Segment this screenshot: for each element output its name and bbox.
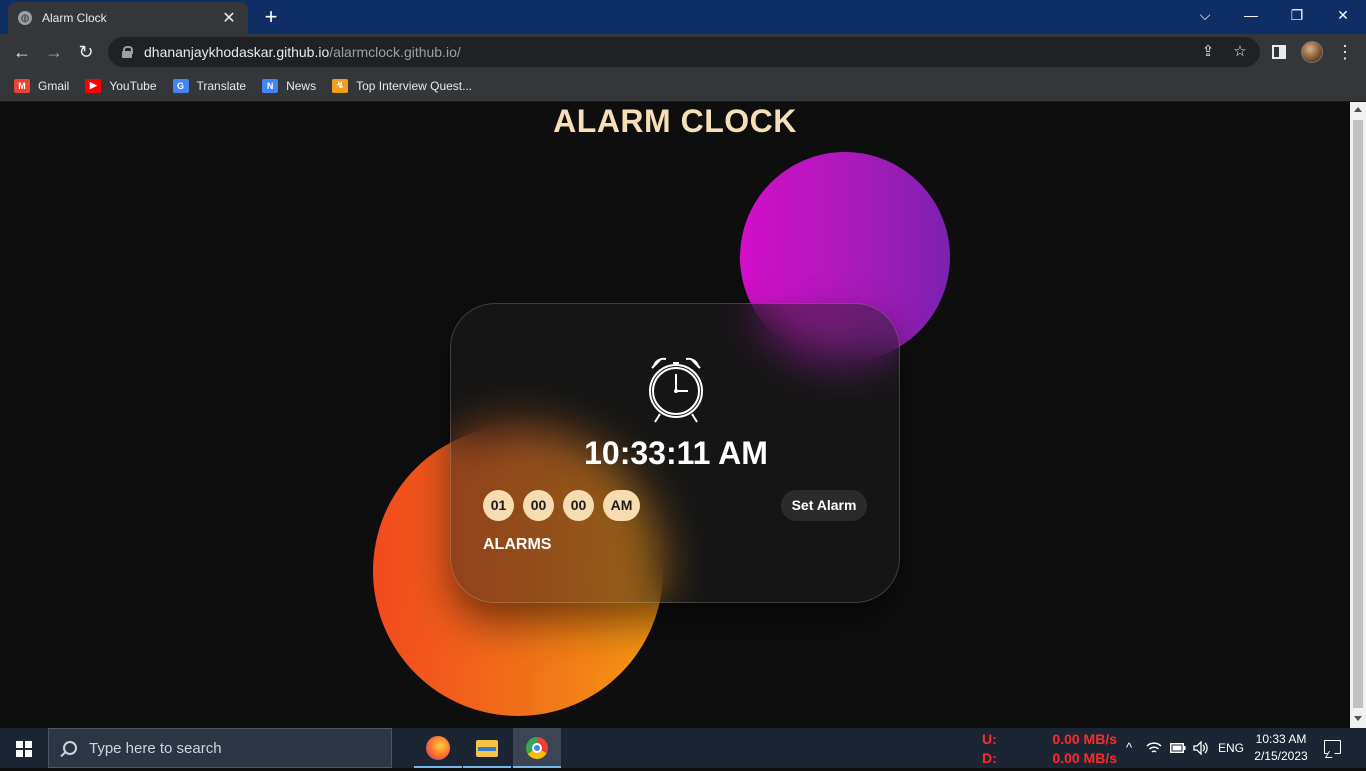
tab-close-icon[interactable]: ✕ xyxy=(220,8,238,28)
bookmark-item[interactable]: ↯ Top Interview Quest... xyxy=(332,78,473,93)
alarms-heading: ALARMS xyxy=(483,536,552,553)
taskbar-clock[interactable]: 10:33 AM 2/15/2023 xyxy=(1250,731,1312,765)
youtube-icon: ▶ xyxy=(85,78,102,93)
new-tab-button[interactable]: + xyxy=(258,4,284,30)
chrome-icon xyxy=(526,737,548,759)
news-icon: N xyxy=(262,78,279,93)
gmail-icon: M xyxy=(14,78,30,93)
upload-value: 0.00 MB/s xyxy=(1052,731,1117,747)
lock-icon[interactable] xyxy=(122,46,133,58)
notification-icon[interactable] xyxy=(1324,740,1341,754)
folder-icon xyxy=(476,739,498,757)
minimize-button[interactable]: — xyxy=(1228,0,1274,30)
browser-toolbar: ← → ↻ dhananjaykhodaskar.github.io/alarm… xyxy=(0,34,1366,70)
upload-label: U: xyxy=(982,731,997,747)
translate-icon: G xyxy=(172,78,189,93)
bookmark-label: News xyxy=(286,78,317,93)
bookmark-item[interactable]: ▶ YouTube xyxy=(85,78,157,93)
tray-chevron-icon[interactable]: ^ xyxy=(1120,728,1138,768)
taskbar-file-explorer[interactable] xyxy=(463,728,511,768)
scroll-up-arrow-icon[interactable] xyxy=(1354,107,1362,112)
address-bar[interactable]: dhananjaykhodaskar.github.io/alarmclock.… xyxy=(108,37,1260,67)
bookmark-label: Top Interview Quest... xyxy=(356,78,473,93)
ampm-select[interactable]: AM xyxy=(603,490,640,521)
search-placeholder: Type here to search xyxy=(89,739,222,757)
bookmark-item[interactable]: M Gmail xyxy=(14,78,70,93)
set-alarm-button[interactable]: Set Alarm xyxy=(781,490,867,521)
firefox-icon xyxy=(426,736,450,760)
bookmark-label: Translate xyxy=(196,78,247,93)
profile-avatar[interactable] xyxy=(1301,41,1323,63)
alarm-card: 10:33:11 AM 01 00 00 AM Set Alarm ALARMS xyxy=(450,303,900,603)
reload-button[interactable]: ↻ xyxy=(73,40,99,64)
bookmark-item[interactable]: G Translate xyxy=(172,78,247,93)
share-icon[interactable]: ⇪ xyxy=(1198,42,1218,60)
download-label: D: xyxy=(982,750,997,766)
bookmark-star-icon[interactable]: ☆ xyxy=(1230,42,1250,60)
volume-icon[interactable] xyxy=(1190,728,1212,768)
battery-icon[interactable] xyxy=(1168,728,1188,768)
language-indicator[interactable]: ENG xyxy=(1214,728,1248,768)
bookmark-label: Gmail xyxy=(38,78,70,93)
download-value: 0.00 MB/s xyxy=(1052,750,1117,766)
taskbar-search-box[interactable]: Type here to search xyxy=(48,728,392,768)
taskbar-date: 2/15/2023 xyxy=(1254,749,1308,763)
globe-icon: ◍ xyxy=(18,11,32,25)
url-host: dhananjaykhodaskar.github.io xyxy=(144,44,330,60)
page-title: ALARM CLOCK xyxy=(553,103,797,139)
url-path: /alarmclock.github.io/ xyxy=(329,44,461,60)
scroll-down-arrow-icon[interactable] xyxy=(1354,716,1362,721)
more-menu-icon[interactable]: ⋮ xyxy=(1336,40,1354,64)
minute-select[interactable]: 00 xyxy=(523,490,554,521)
browser-tab[interactable]: ◍ Alarm Clock ✕ xyxy=(8,2,248,34)
wifi-icon[interactable] xyxy=(1144,728,1164,768)
leetcode-icon: ↯ xyxy=(332,78,349,93)
browser-titlebar: ◍ Alarm Clock ✕ + ⌵ — ❐ ✕ xyxy=(0,0,1366,34)
windows-taskbar: Type here to search U: 0.00 MB/s D: 0.00 M… xyxy=(0,728,1366,768)
second-select[interactable]: 00 xyxy=(563,490,594,521)
forward-button[interactable]: → xyxy=(41,40,67,64)
tab-search-icon[interactable]: ⌵ xyxy=(1182,0,1228,30)
current-time: 10:33:11 AM xyxy=(584,435,768,471)
close-window-button[interactable]: ✕ xyxy=(1320,0,1366,30)
network-meter: U: 0.00 MB/s D: 0.00 MB/s xyxy=(982,730,1117,768)
side-panel-icon[interactable] xyxy=(1272,45,1286,59)
bookmark-item[interactable]: N News xyxy=(262,78,317,93)
taskbar-firefox[interactable] xyxy=(414,728,462,768)
scroll-thumb[interactable] xyxy=(1353,120,1363,708)
back-button[interactable]: ← xyxy=(9,40,35,64)
page-content: ALARM CLOCK 10:33:11 AM 01 00 00 AM Set … xyxy=(0,102,1350,728)
bookmark-label: YouTube xyxy=(109,78,157,93)
taskbar-time: 10:33 AM xyxy=(1255,732,1307,746)
page-scrollbar[interactable] xyxy=(1350,102,1366,728)
hour-select[interactable]: 01 xyxy=(483,490,514,521)
tab-title: Alarm Clock xyxy=(42,11,107,25)
bookmarks-bar: M Gmail ▶ YouTube G Translate N News ↯ Top Interv… xyxy=(0,70,1366,102)
windows-logo-icon xyxy=(16,741,32,757)
restore-button[interactable]: ❐ xyxy=(1274,0,1320,30)
search-icon xyxy=(63,741,77,755)
taskbar-chrome[interactable] xyxy=(513,728,561,768)
start-button[interactable] xyxy=(0,728,48,768)
alarm-clock-icon xyxy=(649,357,703,423)
